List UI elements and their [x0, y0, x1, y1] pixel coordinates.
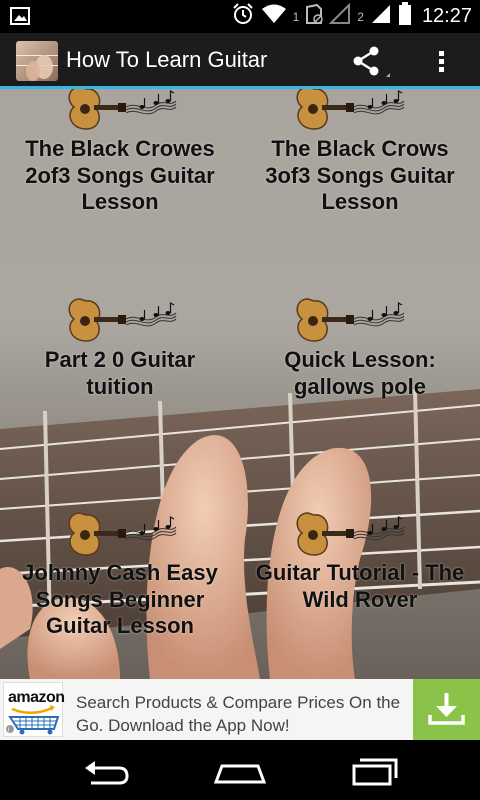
download-icon: [428, 693, 465, 725]
svg-text:i: i: [8, 728, 9, 734]
action-bar: How To Learn Guitar: [0, 33, 480, 89]
ad-banner[interactable]: amazon i Search Products & Compare Price…: [0, 679, 480, 740]
home-button[interactable]: [210, 752, 270, 788]
item-title: Guitar Tutorial - The Wild Rover: [255, 560, 465, 612]
sim2-label: 2: [357, 9, 364, 24]
guitar-thumbnail-icon: [60, 295, 180, 343]
grid-item[interactable]: Part 2 0 Guitar tuition: [0, 289, 240, 409]
status-time: 12:27: [421, 5, 472, 27]
recents-button[interactable]: [342, 752, 402, 788]
item-title: The Black Crows 3of3 Songs Guitar Lesson: [265, 136, 455, 214]
item-title: Part 2 0 Guitar tuition: [44, 347, 196, 399]
grid-item[interactable]: The Black Crows 3of3 Songs Guitar Lesson: [240, 89, 480, 229]
app-icon[interactable]: [16, 41, 58, 81]
guitar-thumbnail-icon: [288, 89, 408, 131]
item-title: Quick Lesson: gallows pole: [284, 347, 436, 399]
home-icon: [213, 764, 267, 784]
back-icon: [85, 761, 129, 785]
overflow-menu-icon: [439, 51, 444, 72]
grid-item[interactable]: Guitar Tutorial - The Wild Rover: [240, 503, 480, 653]
ad-text: Search Products & Compare Prices On the …: [76, 693, 401, 735]
recents-icon: [352, 758, 398, 786]
item-title: Johnny Cash Easy Songs Beginner Guitar L…: [22, 560, 218, 638]
grid-item[interactable]: Johnny Cash Easy Songs Beginner Guitar L…: [0, 503, 240, 653]
app-title: How To Learn Guitar: [66, 47, 268, 72]
guitar-thumbnail-icon: [60, 509, 180, 557]
guitar-thumbnail-icon: [60, 89, 180, 131]
content-area: The Black Crowes 2of3 Songs Guitar Lesso…: [0, 89, 480, 679]
share-icon: [353, 46, 390, 77]
back-button[interactable]: [77, 752, 137, 788]
sim1-label: 1: [292, 9, 300, 24]
battery-icon: [398, 2, 412, 31]
item-title: The Black Crowes 2of3 Songs Guitar Lesso…: [25, 136, 215, 214]
grid-item[interactable]: The Black Crowes 2of3 Songs Guitar Lesso…: [0, 89, 240, 229]
signal-outline-icon: [328, 2, 351, 30]
status-bar: 1 2 12:27: [0, 0, 480, 33]
overflow-menu-button[interactable]: [426, 37, 458, 85]
no-sim-icon: [305, 3, 323, 30]
navigation-bar: [0, 740, 480, 800]
grid-item[interactable]: Quick Lesson: gallows pole: [240, 289, 480, 409]
wifi-icon: [261, 3, 287, 30]
amazon-logo: amazon i: [3, 682, 65, 737]
share-button[interactable]: [344, 37, 392, 85]
video-grid: The Black Crowes 2of3 Songs Guitar Lesso…: [0, 89, 480, 679]
signal-icon: [370, 3, 392, 30]
alarm-icon: [231, 2, 255, 31]
guitar-thumbnail-icon: [288, 509, 408, 557]
image-notification-icon: [10, 7, 30, 30]
guitar-thumbnail-icon: [288, 295, 408, 343]
download-button[interactable]: [413, 679, 480, 740]
